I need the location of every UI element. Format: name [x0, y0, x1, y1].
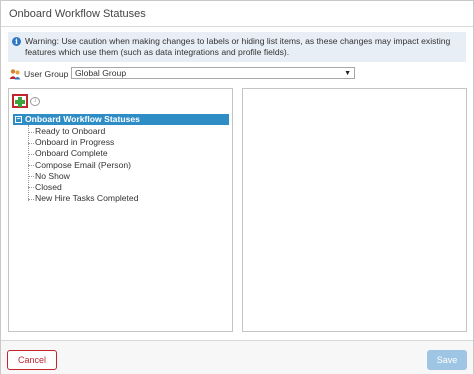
dialog: Onboard Workflow Statuses i Warning: Use… — [0, 0, 474, 374]
user-group-value: Global Group — [75, 68, 127, 78]
tree-item[interactable]: Ready to Onboard — [28, 126, 138, 137]
add-item-button[interactable] — [12, 94, 28, 108]
warning-banner: i Warning: Use caution when making chang… — [8, 32, 466, 62]
user-group-icon — [9, 69, 21, 80]
chevron-down-icon: ▼ — [344, 70, 351, 77]
dialog-title: Onboard Workflow Statuses — [9, 8, 146, 20]
dialog-footer: Cancel Save — [1, 340, 473, 374]
tree-item[interactable]: New Hire Tasks Completed — [28, 193, 138, 204]
tree-panel: ↕ − Onboard Workflow Statuses Ready to O… — [8, 88, 233, 332]
user-group-label: User Group — [24, 69, 69, 79]
tree-item[interactable]: Onboard Complete — [28, 148, 138, 159]
tree-collapse-toggle[interactable]: − — [15, 116, 22, 123]
tree-root[interactable]: − Onboard Workflow Statuses — [13, 114, 229, 125]
warning-text: Warning: Use caution when making changes… — [25, 36, 451, 57]
tree-item[interactable]: Onboard in Progress — [28, 137, 138, 148]
tree-item[interactable]: Closed — [28, 182, 138, 193]
cancel-button[interactable]: Cancel — [7, 350, 57, 370]
collapse-icon[interactable]: ↕ — [30, 97, 40, 106]
tree-root-label: Onboard Workflow Statuses — [25, 114, 140, 124]
user-group-select[interactable]: Global Group ▼ — [71, 67, 355, 79]
tree-item[interactable]: No Show — [28, 171, 138, 182]
title-bar: Onboard Workflow Statuses — [1, 1, 473, 27]
detail-panel — [242, 88, 467, 332]
save-button[interactable]: Save — [427, 350, 467, 370]
tree-item[interactable]: Compose Email (Person) — [28, 160, 138, 171]
plus-icon-bar — [15, 100, 25, 104]
tree-items: Ready to Onboard Onboard in Progress Onb… — [28, 126, 138, 204]
info-icon: i — [12, 37, 21, 46]
